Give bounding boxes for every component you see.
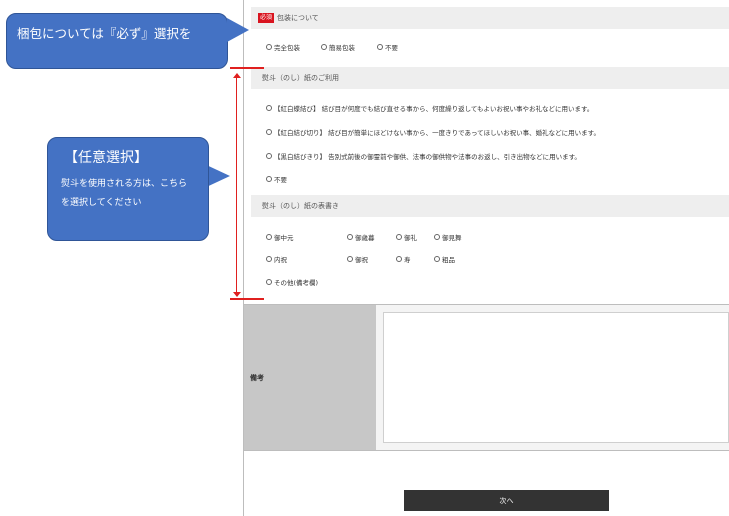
radio-omote-omimai[interactable]: 御見舞 — [434, 232, 462, 242]
radio-label: その他(備考欄) — [274, 279, 319, 287]
radio-circle-icon[interactable] — [321, 44, 327, 50]
callout-optional-body: 熨斗を使用される方は、こちらを選択してください — [61, 179, 188, 208]
radio-label: 御祝 — [355, 256, 368, 264]
radio-circle-icon[interactable] — [434, 234, 440, 240]
radio-omote-soshina[interactable]: 粗品 — [434, 254, 455, 264]
radio-circle-icon[interactable] — [347, 256, 353, 262]
noshi-usage-section-header: 熨斗（のし）紙のご利用 — [251, 67, 729, 89]
radio-circle-icon[interactable] — [266, 129, 272, 135]
radio-circle-icon[interactable] — [266, 44, 272, 50]
radio-noshi-kohaku-chou[interactable]: 【紅白蝶結び】 結び目が何度でも結び直せる事から、何度繰り返してもよいお祝い事や… — [266, 103, 593, 113]
marker-line-top — [230, 67, 264, 69]
wrapping-section-header: 必須 包装について — [251, 7, 729, 29]
radio-noshi-none[interactable]: 不要 — [266, 174, 287, 184]
radio-label: 内祝 — [274, 256, 287, 264]
radio-omote-other[interactable]: その他(備考欄) — [266, 277, 318, 287]
notes-table-bottom-border — [244, 450, 729, 451]
radio-circle-icon[interactable] — [377, 44, 383, 50]
radio-wrap-simple[interactable]: 簡易包装 — [321, 42, 355, 52]
radio-label: 不要 — [274, 176, 287, 184]
noshi-inscription-title: 熨斗（のし）紙の表書き — [262, 202, 339, 210]
radio-label: 完全包装 — [274, 44, 300, 52]
notes-label: 備考 — [250, 373, 264, 382]
radio-label: 【紅白結び切り】 結び目が簡単にほどけない事から、一度きりであってほしいお祝い事… — [274, 129, 601, 137]
radio-label: 粗品 — [442, 256, 455, 264]
marker-arrow-down-icon — [233, 292, 241, 297]
radio-label: 御礼 — [404, 234, 417, 242]
required-badge: 必須 — [258, 13, 275, 23]
radio-label: 寿 — [404, 256, 411, 264]
callout-wrapping-text: 梱包については『必ず』選択を — [17, 26, 192, 41]
callout-optional-title: 【任意選択】 — [64, 150, 148, 166]
radio-circle-icon[interactable] — [396, 256, 402, 262]
marker-line-bottom — [230, 298, 264, 300]
radio-circle-icon[interactable] — [266, 105, 272, 111]
radio-omote-ochugen[interactable]: 御中元 — [266, 232, 294, 242]
radio-noshi-kokubyaku[interactable]: 【黒白結びきり】 告別式前後の御霊前や御供、法事の御供物や法事のお返し、引き出物… — [266, 151, 581, 161]
radio-label: 御中元 — [274, 234, 294, 242]
wrapping-section-title: 包装について — [277, 14, 319, 22]
radio-label: 御歳暮 — [355, 234, 375, 242]
callout-optional: 【任意選択】 熨斗を使用される方は、こちらを選択してください — [47, 137, 209, 241]
callout-wrapping-tail-icon — [227, 18, 249, 42]
radio-circle-icon[interactable] — [266, 234, 272, 240]
radio-omote-oiwai[interactable]: 御祝 — [347, 254, 368, 264]
radio-circle-icon[interactable] — [266, 279, 272, 285]
radio-omote-oseibo[interactable]: 御歳暮 — [347, 232, 375, 242]
callout-wrapping: 梱包については『必ず』選択を — [6, 13, 228, 69]
noshi-inscription-section-header: 熨斗（のし）紙の表書き — [251, 195, 729, 217]
radio-circle-icon[interactable] — [266, 176, 272, 182]
notes-textarea[interactable] — [383, 312, 729, 443]
next-button[interactable]: 次へ — [404, 490, 609, 511]
marker-line-vertical — [236, 75, 237, 296]
radio-circle-icon[interactable] — [434, 256, 440, 262]
radio-omote-uchiiwai[interactable]: 内祝 — [266, 254, 287, 264]
radio-label: 簡易包装 — [329, 44, 355, 52]
radio-label: 【黒白結びきり】 告別式前後の御霊前や御供、法事の御供物や法事のお返し、引き出物… — [274, 153, 581, 161]
radio-label: 御見舞 — [442, 234, 462, 242]
radio-label: 【紅白蝶結び】 結び目が何度でも結び直せる事から、何度繰り返してもよいお祝い事や… — [274, 105, 594, 113]
radio-wrap-none[interactable]: 不要 — [377, 42, 398, 52]
noshi-usage-title: 熨斗（のし）紙のご利用 — [262, 74, 339, 82]
radio-omote-orei[interactable]: 御礼 — [396, 232, 417, 242]
radio-circle-icon[interactable] — [266, 256, 272, 262]
marker-arrow-up-icon — [233, 73, 241, 78]
radio-omote-kotobuki[interactable]: 寿 — [396, 254, 411, 264]
notes-label-cell: 備考 — [244, 305, 376, 450]
radio-circle-icon[interactable] — [396, 234, 402, 240]
radio-circle-icon[interactable] — [347, 234, 353, 240]
radio-noshi-kohaku-musubikiri[interactable]: 【紅白結び切り】 結び目が簡単にほどけない事から、一度きりであってほしいお祝い事… — [266, 127, 600, 137]
radio-circle-icon[interactable] — [266, 153, 272, 159]
radio-wrap-full[interactable]: 完全包装 — [266, 42, 300, 52]
radio-label: 不要 — [385, 44, 398, 52]
